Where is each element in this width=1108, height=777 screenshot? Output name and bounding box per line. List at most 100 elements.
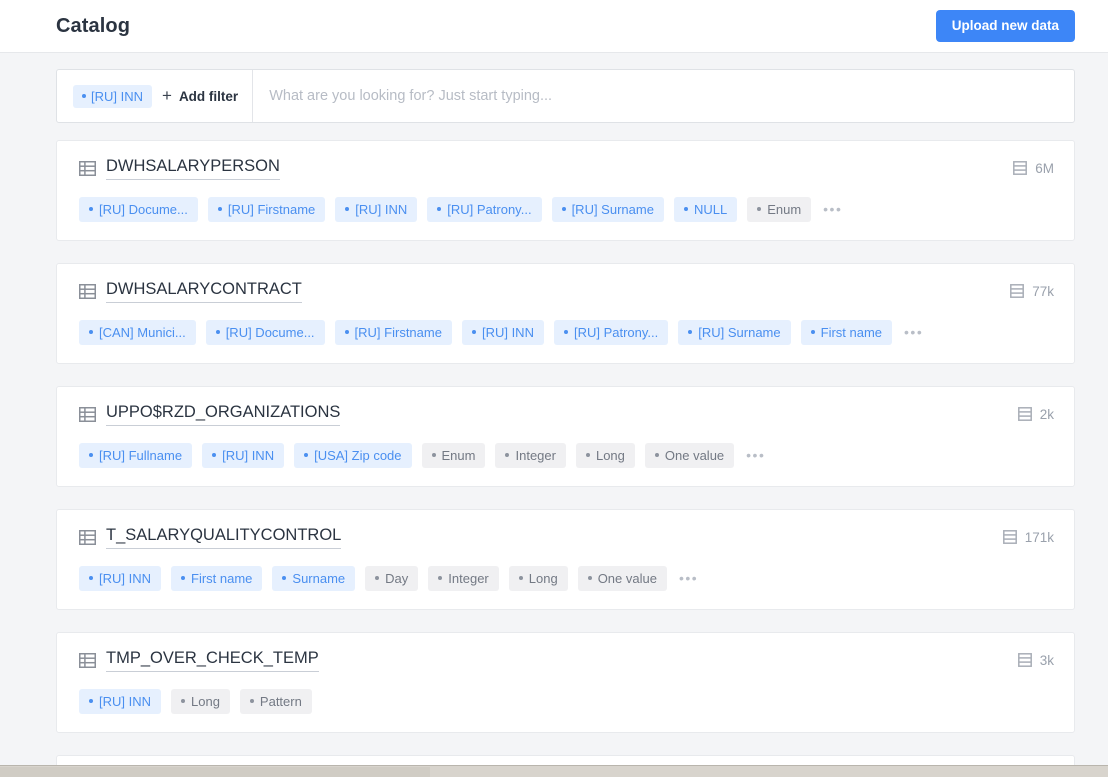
dataset-name-link[interactable]: T_SALARYQUALITYCONTROL — [106, 526, 342, 549]
tag-dot-icon — [683, 207, 688, 212]
dataset-tag[interactable]: [RU] Surname — [678, 319, 791, 345]
dataset-tag-label: First name — [820, 324, 883, 340]
add-filter-label: Add filter — [178, 88, 239, 104]
dataset-tag[interactable]: [RU] INN — [79, 688, 161, 714]
dataset-tag-label: Surname — [292, 570, 346, 586]
more-tags-ellipsis-icon[interactable]: ••• — [744, 448, 767, 462]
dataset-tag-label: Enum — [767, 201, 802, 217]
rows-count-icon — [1017, 653, 1032, 668]
dataset-tag[interactable]: Enum — [421, 442, 486, 468]
dataset-tag[interactable]: Long — [508, 565, 568, 591]
dataset-tag-list: [RU] INN First name Surname Day Integer Long O… — [79, 565, 1054, 591]
tag-dot-icon — [217, 207, 222, 212]
tag-dot-icon — [438, 576, 443, 581]
dataset-tag[interactable]: Enum — [747, 196, 812, 222]
tag-dot-icon — [282, 576, 287, 581]
dataset-tag-label: Pattern — [259, 693, 302, 709]
dataset-tag[interactable]: [RU] Patrony... — [553, 319, 669, 345]
dataset-tag[interactable]: [RU] Fullname — [79, 442, 193, 468]
dataset-tag[interactable]: Integer — [495, 442, 566, 468]
dataset-tag[interactable]: [USA] Zip code — [294, 442, 412, 468]
tag-dot-icon — [810, 330, 815, 335]
search-input[interactable] — [253, 70, 1074, 122]
tag-dot-icon — [437, 207, 442, 212]
more-tags-ellipsis-icon[interactable]: ••• — [677, 571, 700, 585]
dataset-tag[interactable]: Pattern — [239, 688, 312, 714]
dataset-card-header: DWHSALARYCONTRACT 77k — [79, 280, 1054, 303]
tag-dot-icon — [181, 699, 185, 704]
row-count: 3k — [1017, 653, 1054, 668]
tag-dot-icon — [345, 207, 350, 212]
upload-new-data-button[interactable]: Upload new data — [935, 10, 1075, 42]
tag-dot-icon — [375, 576, 380, 581]
dataset-tag[interactable]: One value — [577, 565, 667, 591]
table-icon — [79, 406, 96, 422]
dataset-card: DWHSALARYCONTRACT 77k [CAN] Munici... [RU] … — [56, 262, 1075, 364]
row-count: 6M — [1013, 161, 1054, 176]
dataset-tag[interactable]: Surname — [272, 565, 356, 591]
rows-count-icon — [1013, 161, 1028, 176]
dataset-tag-label: [RU] INN — [481, 324, 534, 340]
tag-dot-icon — [181, 576, 185, 581]
tag-dot-icon — [654, 453, 659, 458]
table-icon — [79, 652, 96, 668]
dataset-tag[interactable]: [RU] Docume... — [79, 196, 198, 222]
horizontal-scrollbar-thumb[interactable] — [0, 767, 430, 777]
dataset-name-link[interactable]: UPPO$RZD_ORGANIZATIONS — [106, 403, 341, 426]
horizontal-scrollbar[interactable] — [0, 765, 1108, 777]
filter-dot-icon — [82, 94, 86, 98]
dataset-tag-label: Long — [191, 693, 220, 709]
dataset-tag[interactable]: [RU] Surname — [551, 196, 664, 222]
dataset-tag[interactable]: NULL — [673, 196, 738, 222]
dataset-tag-label: One value — [664, 447, 725, 463]
more-tags-ellipsis-icon[interactable]: ••• — [821, 202, 844, 216]
filter-chip-label: [RU] INN — [91, 88, 143, 104]
row-count: 2k — [1017, 407, 1054, 422]
tag-dot-icon — [471, 330, 476, 335]
dataset-tag[interactable]: [RU] INN — [335, 196, 418, 222]
more-tags-ellipsis-icon[interactable]: ••• — [902, 325, 925, 339]
dataset-tag[interactable]: [RU] Firstname — [334, 319, 452, 345]
dataset-tag[interactable]: First name — [171, 565, 263, 591]
dataset-tag[interactable]: [RU] Firstname — [207, 196, 326, 222]
dataset-tag[interactable]: [CAN] Munici... — [79, 319, 196, 345]
dataset-tag[interactable]: First name — [800, 319, 893, 345]
add-filter-button[interactable]: + Add filter — [162, 87, 239, 105]
dataset-tag[interactable]: One value — [644, 442, 735, 468]
dataset-card-header: UPPO$RZD_ORGANIZATIONS 2k — [79, 403, 1054, 426]
table-icon — [79, 160, 96, 176]
dataset-tag-label: [RU] Docume... — [99, 201, 188, 217]
dataset-tag[interactable]: Day — [365, 565, 419, 591]
dataset-tag[interactable]: [RU] Patrony... — [427, 196, 542, 222]
dataset-tag-label: Integer — [448, 570, 489, 586]
dataset-tag-list: [RU] INN Long Pattern — [79, 688, 1054, 714]
dataset-tag-label: [RU] Surname — [571, 201, 654, 217]
tag-dot-icon — [89, 330, 93, 335]
tag-dot-icon — [688, 330, 693, 335]
tag-dot-icon — [212, 453, 217, 458]
dataset-tag-label: [RU] Patrony... — [447, 201, 532, 217]
dataset-tag[interactable]: [RU] INN — [461, 319, 544, 345]
table-icon — [79, 283, 96, 299]
dataset-tag[interactable]: Integer — [428, 565, 499, 591]
dataset-tag[interactable]: Long — [171, 688, 230, 714]
dataset-card: T_SALARYQUALITYCONTROL 171k [RU] INN First … — [56, 508, 1075, 610]
dataset-tag[interactable]: [RU] INN — [79, 565, 161, 591]
dataset-name-link[interactable]: TMP_OVER_CHECK_TEMP — [106, 649, 319, 672]
dataset-tag-list: [CAN] Munici... [RU] Docume... [RU] Firstn… — [79, 319, 1054, 345]
table-icon — [79, 529, 96, 545]
dataset-tag[interactable]: Long — [575, 442, 635, 468]
dataset-tag-label: [RU] Firstname — [354, 324, 442, 340]
dataset-tag-label: [RU] Surname — [698, 324, 781, 340]
row-count-value: 77k — [1032, 283, 1054, 299]
tag-dot-icon — [757, 207, 762, 212]
dataset-tag[interactable]: [RU] Docume... — [205, 319, 325, 345]
tag-dot-icon — [215, 330, 220, 335]
rows-count-icon — [1017, 407, 1032, 422]
dataset-tag-label: NULL — [693, 201, 728, 217]
dataset-name-link[interactable]: DWHSALARYPERSON — [106, 157, 280, 180]
dataset-tag[interactable]: [RU] INN — [202, 442, 285, 468]
filter-chip-ru-inn[interactable]: [RU] INN — [73, 84, 152, 108]
dataset-tag-list: [RU] Fullname [RU] INN [USA] Zip code Enum I… — [79, 442, 1054, 468]
dataset-name-link[interactable]: DWHSALARYCONTRACT — [106, 280, 302, 303]
